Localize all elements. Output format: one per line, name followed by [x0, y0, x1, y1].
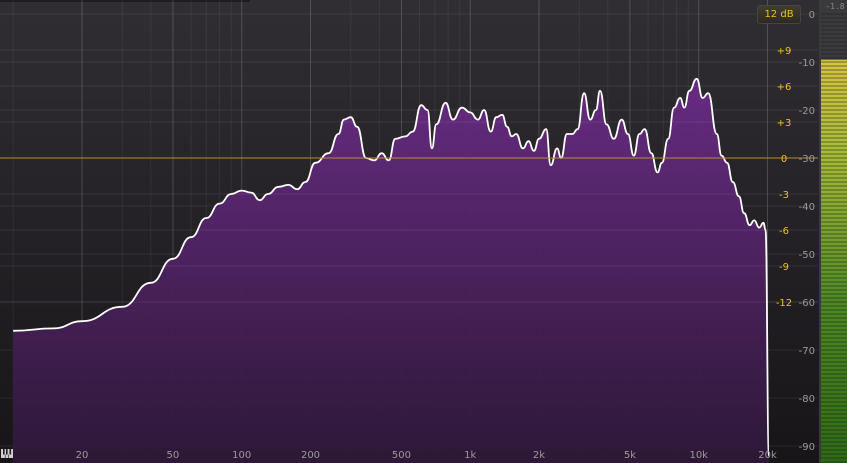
level-tick-label: -90 — [799, 442, 815, 453]
freq-tick-label: 10k — [689, 450, 708, 461]
level-tick-label: -70 — [799, 346, 815, 357]
eq-tick-label: -6 — [779, 226, 789, 237]
freq-tick-label: 2k — [533, 450, 545, 461]
freq-tick-label: 20 — [76, 450, 89, 461]
freq-tick-label: 5k — [624, 450, 636, 461]
range-button[interactable]: 12 dB — [757, 5, 801, 24]
spectrum-analyzer: +9 +6 +3 0 -3 -6 -9 -12 0 -10 -20 -30 -40 -50 -60 -70 -… — [0, 0, 847, 463]
level-tick-label: -80 — [799, 394, 815, 405]
freq-tick-label: 20k — [758, 450, 777, 461]
level-tick-label: -60 — [799, 298, 815, 309]
freq-tick-label: 100 — [232, 450, 251, 461]
level-tick-label: -40 — [799, 202, 815, 213]
eq-tick-label: +6 — [777, 82, 792, 93]
freq-tick-label: 200 — [301, 450, 320, 461]
freq-tick-label: 50 — [167, 450, 180, 461]
freq-tick-label: 500 — [392, 450, 411, 461]
level-tick-label: -10 — [799, 58, 815, 69]
freq-tick-label: 1k — [464, 450, 476, 461]
eq-tick-label: -3 — [779, 190, 789, 201]
level-tick-label: -30 — [799, 154, 815, 165]
level-tick-label: 0 — [809, 10, 815, 21]
level-tick-label: -50 — [799, 250, 815, 261]
level-meter — [819, 0, 847, 463]
top-shadow — [0, 0, 250, 2]
eq-tick-label: +3 — [777, 118, 792, 129]
eq-tick-label: 0 — [781, 154, 787, 165]
meter-peak-readout: -1.8 — [825, 2, 845, 11]
eq-tick-label: -12 — [776, 298, 792, 309]
eq-tick-label: -9 — [779, 262, 789, 273]
level-tick-label: -20 — [799, 106, 815, 117]
piano-keys-icon[interactable] — [1, 449, 13, 458]
eq-tick-label: +9 — [777, 46, 792, 57]
